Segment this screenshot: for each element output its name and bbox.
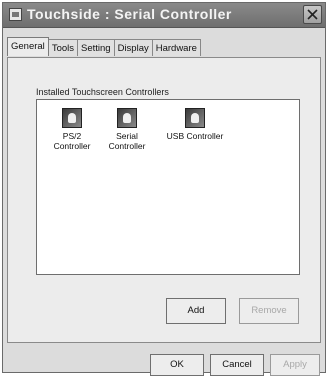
- controllers-list[interactable]: PS/2 Controller Serial Controller USB Co…: [36, 99, 300, 275]
- tab-general[interactable]: General: [7, 37, 49, 56]
- tab-strip: General Tools Setting Display Hardware: [7, 37, 201, 57]
- controller-label-usb: USB Controller: [166, 131, 224, 141]
- close-button[interactable]: [303, 5, 322, 24]
- installed-controllers-label: Installed Touchscreen Controllers: [36, 87, 169, 97]
- window-title: Touchside : Serial Controller: [27, 6, 232, 22]
- hand-touch-icon: [185, 108, 205, 128]
- add-button[interactable]: Add: [166, 298, 226, 324]
- remove-button[interactable]: Remove: [239, 298, 299, 324]
- ok-button[interactable]: OK: [150, 354, 204, 376]
- close-icon: [307, 9, 318, 20]
- tab-tools[interactable]: Tools: [47, 39, 78, 56]
- hand-touch-icon: [62, 108, 82, 128]
- tab-display[interactable]: Display: [113, 39, 153, 56]
- app-icon: [9, 8, 22, 21]
- cancel-button[interactable]: Cancel: [210, 354, 264, 376]
- title-bar[interactable]: Touchside : Serial Controller: [3, 3, 325, 28]
- apply-button[interactable]: Apply: [270, 354, 320, 376]
- controller-label-serial: Serial Controller: [108, 131, 146, 151]
- controller-item-serial[interactable]: Serial Controller: [94, 108, 160, 151]
- tab-setting[interactable]: Setting: [77, 39, 115, 56]
- hand-touch-icon: [117, 108, 137, 128]
- controller-item-usb[interactable]: USB Controller: [155, 108, 235, 141]
- tab-hardware[interactable]: Hardware: [151, 39, 201, 56]
